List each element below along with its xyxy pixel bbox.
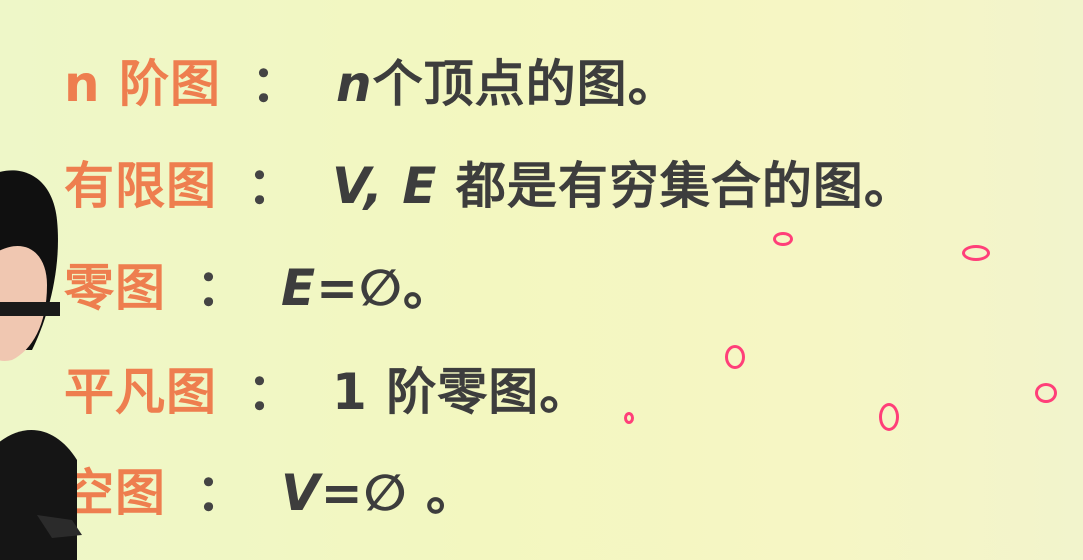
definition-row-n-order-graph: n 阶图 ： n个顶点的图。 bbox=[64, 44, 679, 116]
definition-body: 都是有穷集合的图。 bbox=[455, 157, 915, 215]
annotation-circle-icon bbox=[725, 345, 745, 369]
definition-body: 1 阶零图。 bbox=[332, 363, 591, 421]
definition-body: 个顶点的图。 bbox=[372, 55, 679, 113]
math-symbol: V bbox=[281, 464, 321, 522]
presenter-silhouette-icon bbox=[0, 170, 82, 560]
definition-row-empty-graph: 空图 ： V=∅ 。 bbox=[64, 453, 477, 525]
slide-content: n 阶图 ： n个顶点的图。 有限图 ： V, E 都是有穷集合的图。 零图 ：… bbox=[0, 0, 1083, 560]
math-symbol: V, E bbox=[332, 157, 438, 215]
definition-term: n 阶图 bbox=[64, 55, 222, 113]
definition-text: n个顶点的图。 bbox=[336, 44, 679, 116]
definition-body: =∅。 bbox=[316, 259, 454, 317]
definition-colon: ： bbox=[247, 363, 298, 421]
definition-colon: ： bbox=[251, 55, 303, 113]
definition-row-finite-graph: 有限图 ： V, E 都是有穷集合的图。 bbox=[64, 146, 915, 218]
definition-row-trivial-graph: 平凡图 ： 1 阶零图。 bbox=[64, 352, 590, 424]
annotation-circle-icon bbox=[624, 412, 634, 424]
definition-colon: ： bbox=[196, 259, 247, 317]
definition-text: V=∅ 。 bbox=[281, 453, 477, 525]
definition-text: V, E 都是有穷集合的图。 bbox=[332, 146, 915, 218]
definition-colon: ： bbox=[247, 157, 298, 215]
annotation-circle-icon bbox=[1035, 383, 1057, 403]
annotation-circle-icon bbox=[773, 232, 793, 246]
definition-colon: ： bbox=[196, 464, 247, 522]
definition-text: 1 阶零图。 bbox=[332, 352, 590, 424]
math-symbol: E bbox=[281, 259, 317, 317]
annotation-circle-icon bbox=[879, 403, 899, 431]
math-symbol: n bbox=[336, 55, 373, 113]
definition-body: =∅ 。 bbox=[320, 464, 477, 522]
definition-text: E=∅。 bbox=[281, 248, 454, 320]
annotation-circle-icon bbox=[962, 245, 990, 261]
definition-row-null-graph: 零图 ： E=∅。 bbox=[64, 248, 454, 320]
